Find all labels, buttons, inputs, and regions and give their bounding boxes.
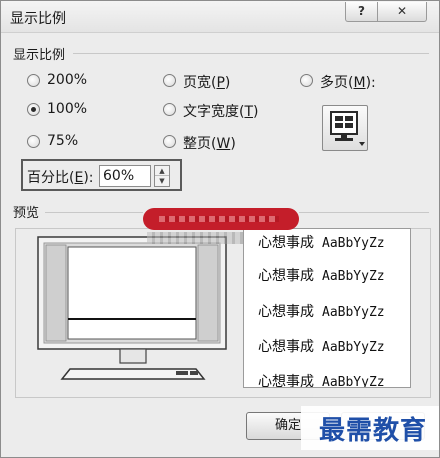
sample-line: 心想事成 AaBbYyZz xyxy=(258,268,385,284)
title-bar: 显示比例 ? ✕ xyxy=(1,1,439,33)
preview-group-divider xyxy=(45,212,143,213)
sample-line: 心想事成 AaBbYyZz xyxy=(258,304,385,320)
radio-whole-page[interactable] xyxy=(163,135,176,148)
option-100-percent-label: 100% xyxy=(47,101,88,117)
option-text-width-label: 文字宽度(T) xyxy=(183,104,259,120)
many-pages-button[interactable] xyxy=(322,105,368,151)
radio-200-percent[interactable] xyxy=(27,74,40,87)
multi-page-monitor-icon xyxy=(330,111,365,146)
monitor-preview-icon xyxy=(37,236,227,380)
percent-spinner: ▲ ▼ xyxy=(154,165,170,187)
sample-line: 心想事成 AaBbYyZz xyxy=(258,339,385,355)
close-button[interactable]: ✕ xyxy=(377,2,427,22)
help-button[interactable]: ? xyxy=(345,2,378,22)
radio-many-pages[interactable] xyxy=(300,74,313,87)
radio-page-width[interactable] xyxy=(163,74,176,87)
percent-label: 百分比(E): xyxy=(27,170,94,186)
sample-line: 心想事成 AaBbYyZz xyxy=(258,235,385,251)
option-page-width-label: 页宽(P) xyxy=(183,75,231,91)
sample-line: 心想事成 AaBbYyZz xyxy=(258,374,385,388)
option-75-percent-label: 75% xyxy=(47,133,79,149)
zoom-group-divider xyxy=(73,53,429,54)
preview-group-label: 预览 xyxy=(13,206,40,221)
radio-text-width[interactable] xyxy=(163,103,176,116)
window-title: 显示比例 xyxy=(10,11,66,27)
redaction-bar xyxy=(143,208,299,230)
radio-100-percent[interactable] xyxy=(27,103,40,116)
option-whole-page-label: 整页(W) xyxy=(183,136,236,152)
option-many-pages-label: 多页(M): xyxy=(320,75,376,91)
redaction-blur xyxy=(147,232,243,244)
option-200-percent-label: 200% xyxy=(47,72,88,88)
spin-down-icon[interactable]: ▼ xyxy=(155,176,169,186)
zoom-group-label: 显示比例 xyxy=(13,48,66,63)
text-preview: 心想事成 AaBbYyZz 心想事成 AaBbYyZz 心想事成 AaBbYyZz 心… xyxy=(243,228,411,388)
percent-group: 百分比(E): 60% ▲ ▼ xyxy=(21,159,182,191)
preview-group-divider-right xyxy=(299,212,429,213)
watermark-text: 最需教育 xyxy=(319,416,428,446)
spin-up-icon[interactable]: ▲ xyxy=(155,166,169,176)
percent-input[interactable]: 60% xyxy=(99,165,151,187)
zoom-dialog: 显示比例 ? ✕ 显示比例 200% 100% 75% 页宽(P) 文字宽度(T… xyxy=(0,0,440,458)
radio-75-percent[interactable] xyxy=(27,135,40,148)
